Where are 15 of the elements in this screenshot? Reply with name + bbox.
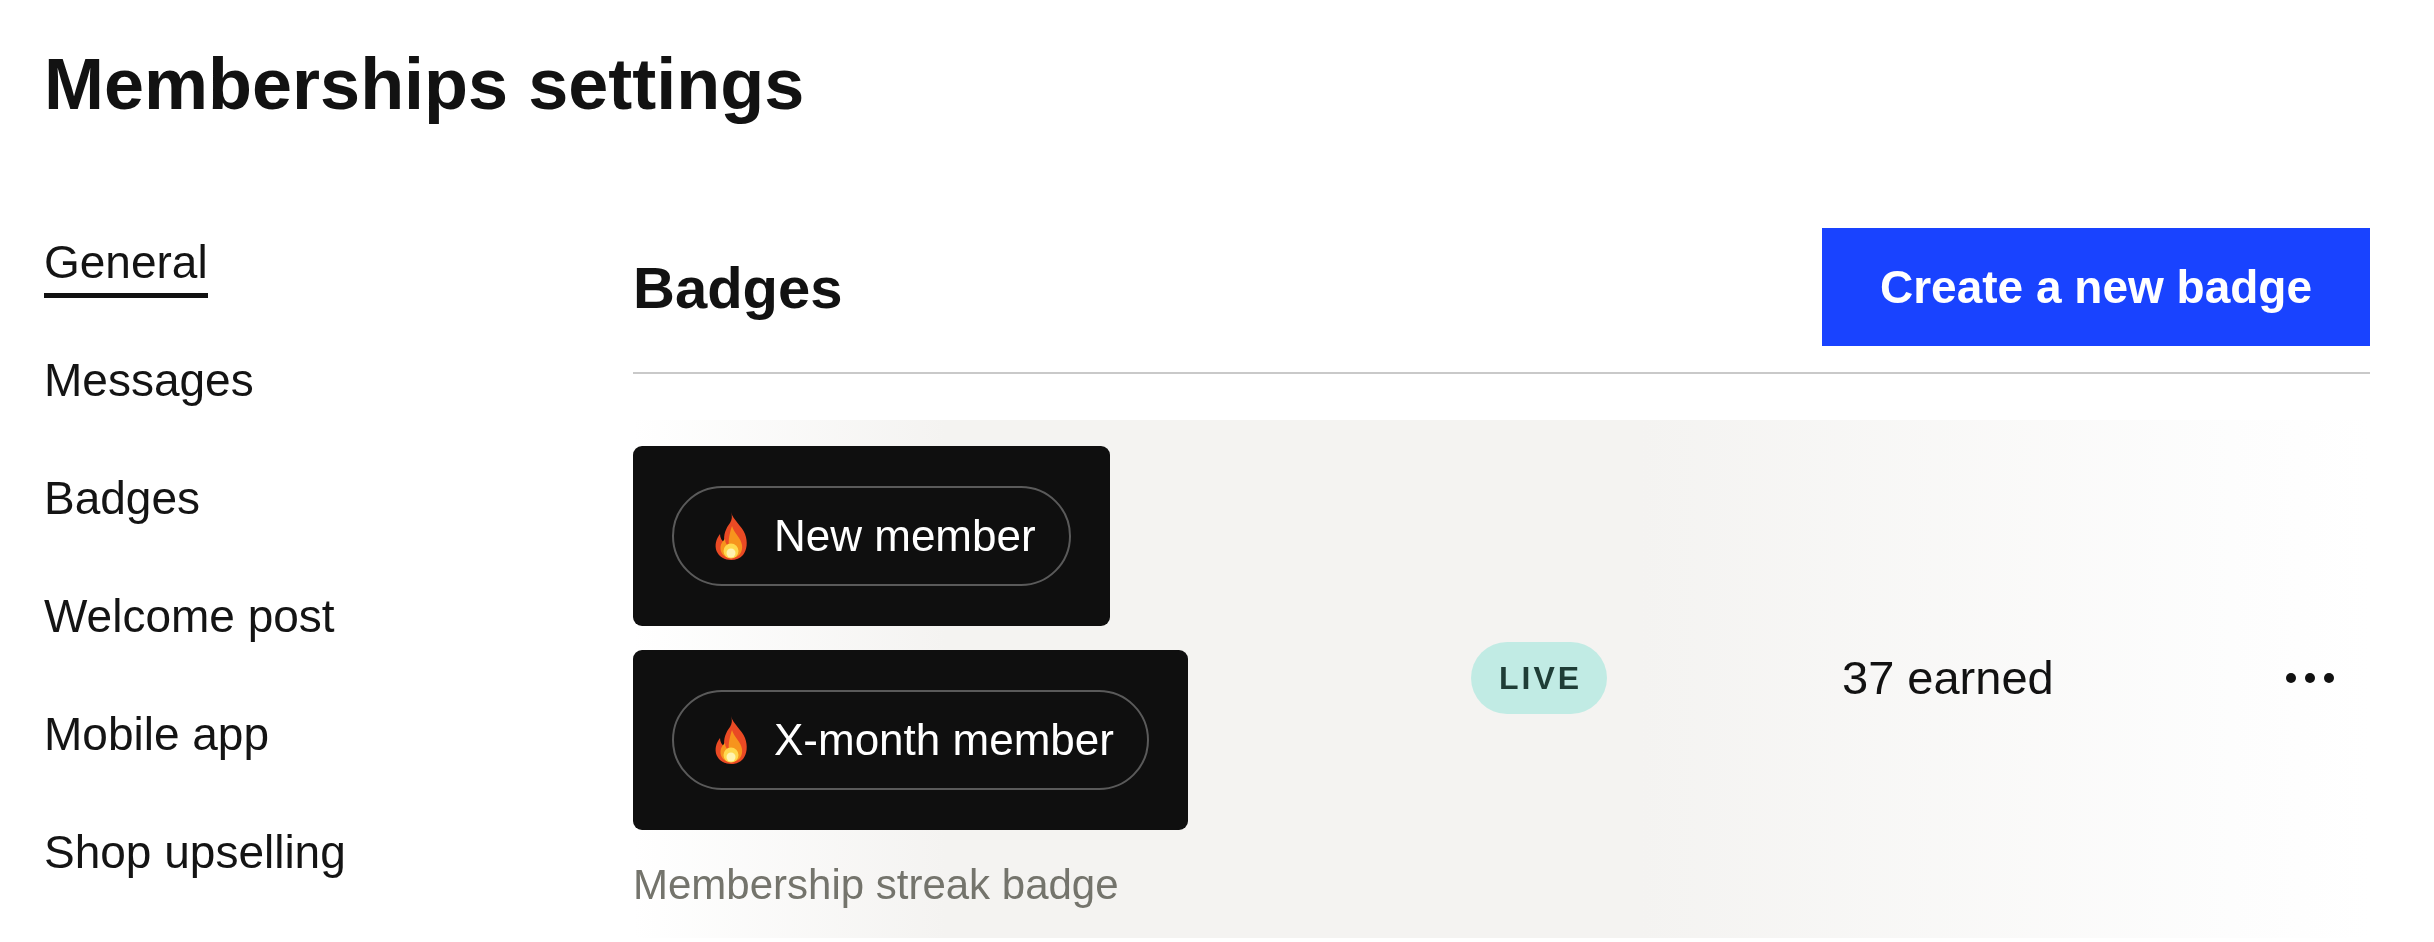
sidebar-item[interactable]: Mobile app <box>44 706 270 771</box>
create-badge-button[interactable]: Create a new badge <box>1821 228 2370 347</box>
earned-count: 37 earned <box>1842 650 2054 707</box>
badge-label: New member <box>774 510 1036 562</box>
status-pill: LIVE <box>1471 642 1608 715</box>
sidebar-item[interactable]: Welcome post <box>44 588 335 653</box>
badge-description: Membership streak badge <box>633 860 1119 911</box>
badge-label: X-month member <box>774 714 1114 766</box>
sidebar-item[interactable]: Messages <box>44 352 254 417</box>
section-title: Badges <box>633 253 843 322</box>
sidebar-item[interactable]: General <box>44 234 208 299</box>
page-title: Memberships settings <box>44 43 805 126</box>
sidebar-item[interactable]: Badges <box>44 470 200 535</box>
sidebar-item[interactable]: Shop upselling <box>44 824 346 889</box>
more-options-icon[interactable] <box>2285 672 2335 685</box>
